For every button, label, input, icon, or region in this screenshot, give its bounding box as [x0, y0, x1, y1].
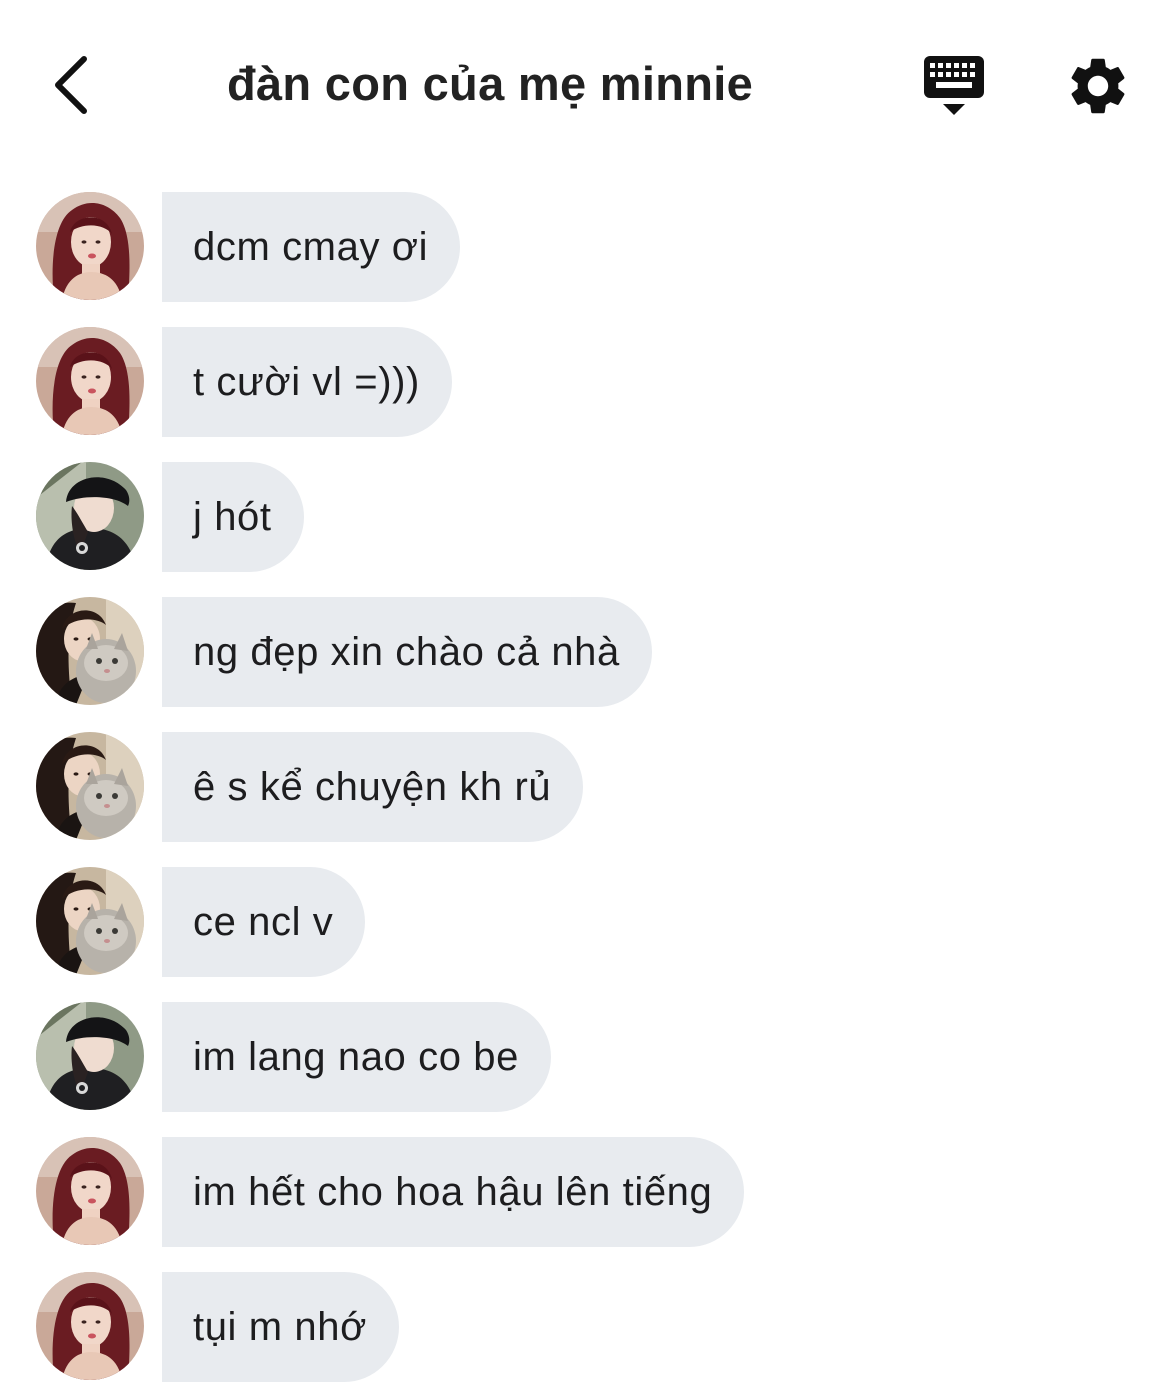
avatar[interactable] [36, 597, 144, 705]
message-row: im hết cho hoa hậu lên tiếng [0, 1135, 1170, 1247]
avatar[interactable] [36, 1272, 144, 1380]
message-bubble[interactable]: j hót [162, 462, 304, 572]
message-bubble[interactable]: im hết cho hoa hậu lên tiếng [162, 1137, 745, 1247]
message-bubble[interactable]: t cười vl =))) [162, 327, 452, 437]
message-row: ê s kể chuyện kh rủ [0, 730, 1170, 842]
message-row: ng đẹp xin chào cả nhà [0, 595, 1170, 707]
message-bubble[interactable]: ê s kể chuyện kh rủ [162, 732, 584, 842]
message-bubble[interactable]: tụi m nhớ [162, 1272, 399, 1382]
settings-button[interactable] [1064, 52, 1132, 120]
avatar[interactable] [36, 462, 144, 570]
avatar[interactable] [36, 1137, 144, 1245]
keyboard-hide-icon [924, 56, 984, 115]
message-bubble[interactable]: ng đẹp xin chào cả nhà [162, 597, 652, 707]
message-row: ce ncl v [0, 865, 1170, 977]
message-row: im lang nao co be [0, 1000, 1170, 1112]
avatar[interactable] [36, 192, 144, 300]
message-row: dcm cmay ơi [0, 190, 1170, 302]
message-bubble[interactable]: im lang nao co be [162, 1002, 551, 1112]
keyboard-toggle-button[interactable] [918, 52, 990, 120]
message-bubble[interactable]: dcm cmay ơi [162, 192, 461, 302]
avatar[interactable] [36, 732, 144, 840]
message-row: j hót [0, 460, 1170, 572]
avatar[interactable] [36, 867, 144, 975]
chat-title: đàn con của mẹ minnie [226, 57, 754, 110]
gear-icon [1071, 58, 1125, 114]
avatar[interactable] [36, 1002, 144, 1110]
message-bubble[interactable]: ce ncl v [162, 867, 366, 977]
chat-header: đàn con của mẹ minnie [0, 0, 1170, 170]
avatar[interactable] [36, 327, 144, 435]
message-row: tụi m nhớ [0, 1270, 1170, 1382]
message-row: t cười vl =))) [0, 325, 1170, 437]
